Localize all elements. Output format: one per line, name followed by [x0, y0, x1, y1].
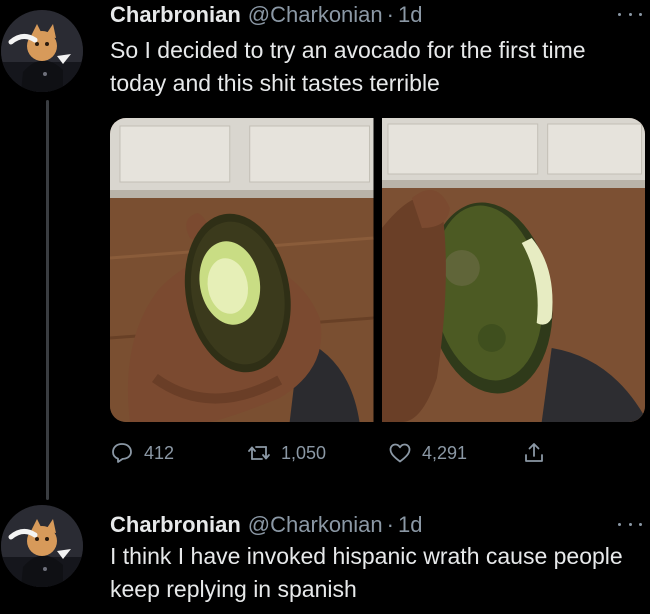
avatar[interactable] — [1, 505, 83, 587]
avatar-image — [1, 10, 83, 92]
reply-button[interactable]: 412 — [110, 437, 174, 469]
more-icon[interactable] — [618, 6, 642, 22]
tweet-header: Charbronian @Charkonian · 1d — [110, 0, 422, 30]
author-handle[interactable]: @Charkonian — [248, 512, 383, 538]
reply-count: 412 — [144, 442, 175, 463]
tweet-media[interactable] — [110, 118, 645, 422]
share-icon — [525, 443, 543, 462]
like-count: 4,291 — [422, 442, 468, 463]
tweet-text: I think I have invoked hispanic wrath ca… — [110, 543, 623, 602]
avatar-image — [1, 505, 83, 587]
thread-line — [46, 100, 49, 500]
like-button[interactable]: 4,291 — [388, 437, 467, 469]
tweet-header: Charbronian @Charkonian · 1d — [110, 510, 422, 540]
timestamp[interactable]: 1d — [398, 512, 422, 538]
photo-image-2 — [381, 118, 645, 422]
author-name[interactable]: Charbronian — [110, 512, 241, 538]
tweet-actions: 412 1,050 4,291 — [110, 437, 570, 469]
avocado-photo-bitten-top[interactable] — [110, 118, 374, 422]
tweet-2[interactable]: Charbronian @Charkonian · 1d I think I h… — [0, 500, 650, 614]
separator-dot: · — [386, 512, 394, 537]
photo-image-1 — [110, 118, 374, 422]
author-handle[interactable]: @Charkonian — [248, 2, 383, 28]
share-button[interactable] — [522, 437, 556, 469]
heart-icon — [389, 443, 411, 463]
retweet-count: 1,050 — [281, 442, 327, 463]
retweet-icon — [248, 446, 270, 460]
more-icon[interactable] — [618, 516, 642, 532]
retweet-button[interactable]: 1,050 — [247, 437, 326, 469]
tweet-1[interactable]: Charbronian @Charkonian · 1d So I decide… — [0, 0, 650, 500]
separator-dot: · — [386, 2, 394, 27]
reply-icon — [112, 443, 132, 463]
avatar[interactable] — [1, 10, 83, 92]
avocado-photo-bitten-side[interactable] — [381, 118, 645, 422]
timestamp[interactable]: 1d — [398, 2, 422, 28]
author-name[interactable]: Charbronian — [110, 2, 241, 28]
tweet-text: So I decided to try an avocado for the f… — [110, 37, 586, 96]
